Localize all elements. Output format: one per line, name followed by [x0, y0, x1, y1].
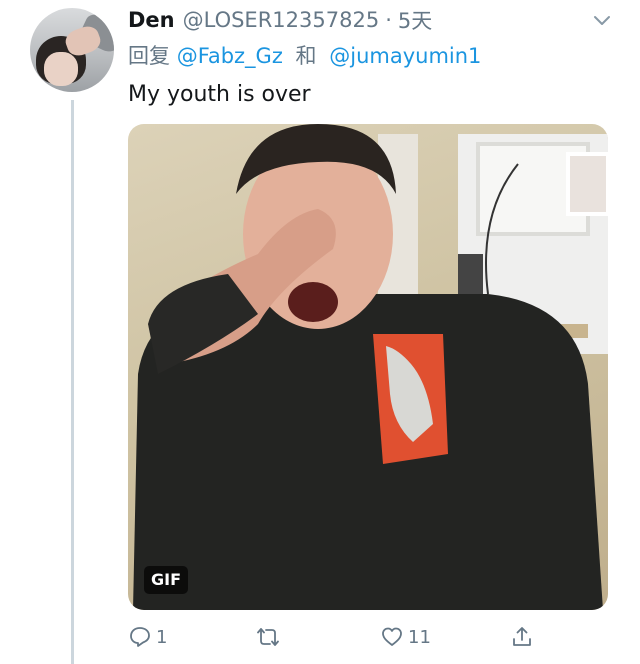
like-button[interactable]: 11 — [380, 620, 431, 654]
share-button[interactable] — [510, 620, 534, 654]
avatar-face — [44, 52, 78, 86]
retweet-icon — [257, 628, 279, 646]
reply-prefix: 回复 — [128, 44, 170, 68]
tweet-header: Den @LOSER12357825 · 5天 — [128, 6, 432, 34]
mention-link[interactable]: @jumayumin1 — [329, 44, 481, 68]
separator-dot: · — [385, 8, 392, 32]
chevron-down-icon[interactable] — [592, 10, 612, 30]
mouth — [288, 282, 338, 322]
reply-count: 1 — [156, 626, 168, 648]
reply-joiner: 和 — [295, 44, 317, 68]
display-name[interactable]: Den — [128, 8, 175, 32]
avatar[interactable] — [30, 8, 114, 92]
mention-link[interactable]: @Fabz_Gz — [177, 44, 283, 68]
gif-frame-illustration — [133, 124, 608, 610]
share-icon — [513, 627, 531, 646]
user-handle[interactable]: @LOSER12357825 — [183, 8, 380, 32]
retweet-button[interactable] — [256, 620, 280, 654]
timestamp[interactable]: 5天 — [398, 5, 432, 35]
tweet-media-gif[interactable]: GIF — [128, 124, 608, 610]
like-icon — [382, 627, 402, 646]
picture-frame — [566, 152, 608, 216]
tweet-text: My youth is over — [128, 82, 311, 107]
gif-badge: GIF — [144, 566, 189, 594]
replying-to-line: 回复 @Fabz_Gz 和 @jumayumin1 — [128, 40, 481, 70]
reply-button[interactable]: 1 — [128, 620, 167, 654]
speaker — [458, 254, 483, 294]
reply-icon — [130, 627, 150, 647]
thread-connector-line — [71, 100, 74, 664]
tweet-actions: 1 11 — [128, 620, 608, 654]
like-count: 11 — [408, 626, 431, 648]
